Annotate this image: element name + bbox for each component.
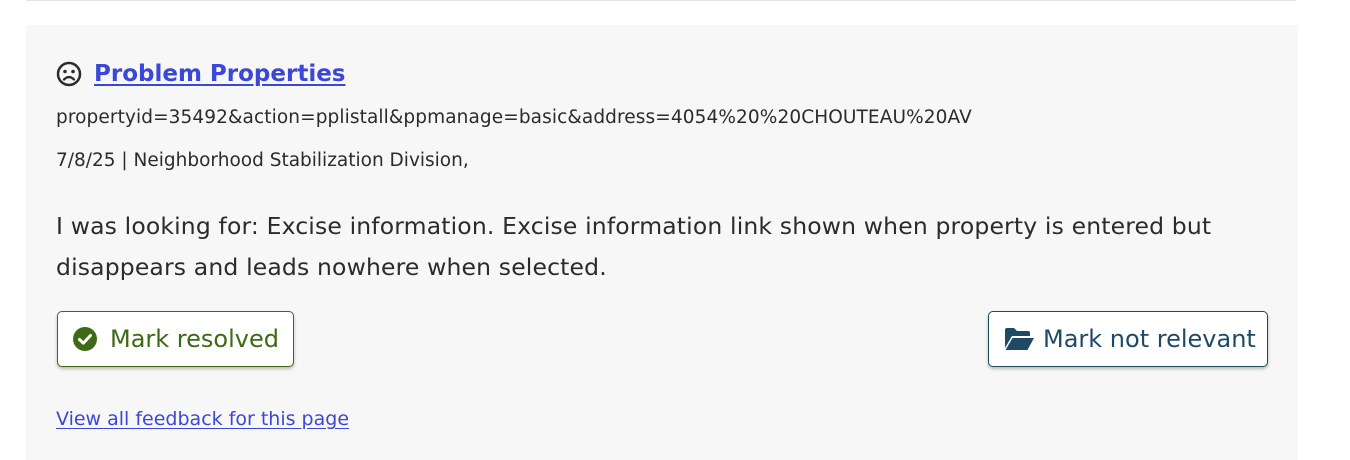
view-all-feedback-link[interactable]: View all feedback for this page bbox=[56, 408, 349, 430]
feedback-url-params: propertyid=35492&action=pplistall&ppmana… bbox=[56, 107, 972, 128]
feedback-title-row: Problem Properties bbox=[56, 61, 346, 87]
top-divider bbox=[26, 0, 1296, 1]
folder-open-icon bbox=[1003, 326, 1035, 352]
sad-face-icon bbox=[56, 61, 82, 87]
mark-not-relevant-label: Mark not relevant bbox=[1043, 325, 1256, 353]
feedback-card: Problem Properties propertyid=35492&acti… bbox=[26, 25, 1298, 460]
feedback-page-link[interactable]: Problem Properties bbox=[94, 61, 346, 87]
feedback-meta: 7/8/25 | Neighborhood Stabilization Divi… bbox=[56, 150, 469, 171]
mark-resolved-button[interactable]: Mark resolved bbox=[57, 311, 294, 367]
check-circle-icon bbox=[72, 326, 98, 352]
mark-resolved-label: Mark resolved bbox=[110, 325, 279, 353]
feedback-comment: I was looking for: Excise information. E… bbox=[56, 212, 1212, 281]
mark-not-relevant-button[interactable]: Mark not relevant bbox=[988, 311, 1268, 367]
